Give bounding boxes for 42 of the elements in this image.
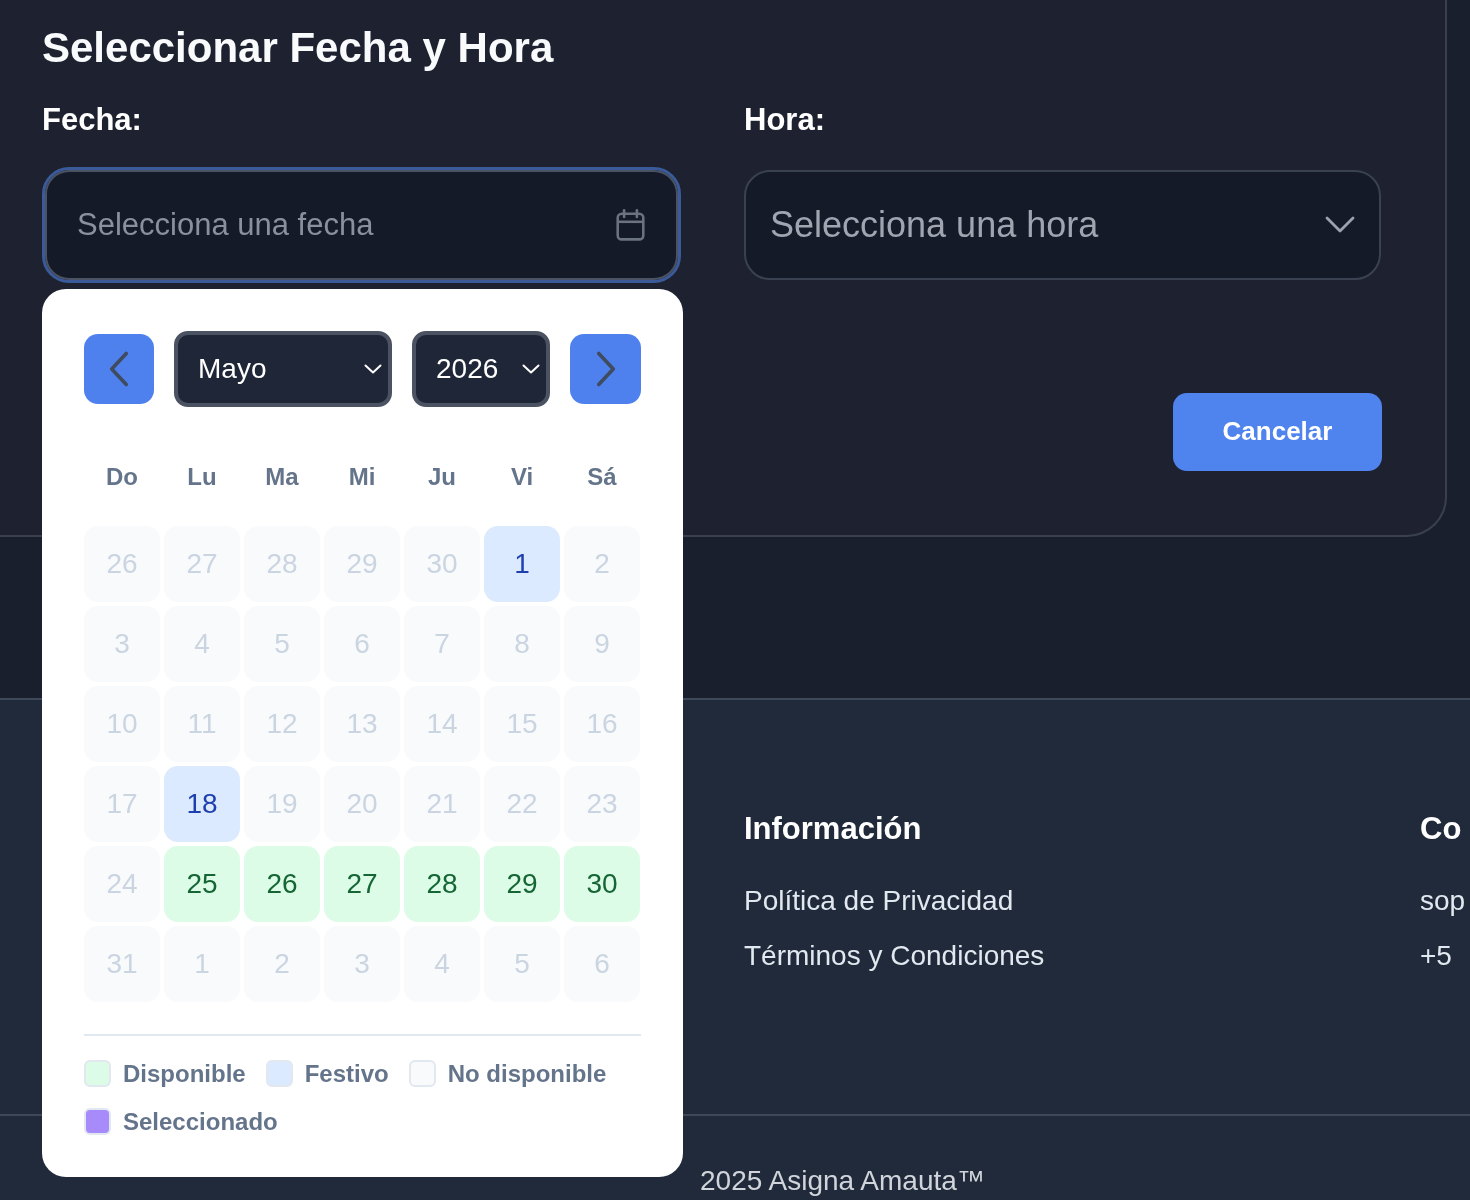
calendar-day[interactable]: 26 — [244, 845, 320, 922]
calendar-day[interactable]: 29 — [484, 845, 560, 922]
footer-link[interactable]: +5 — [1420, 939, 1452, 972]
chevron-down-icon — [364, 364, 382, 374]
calendar-day[interactable]: 25 — [164, 845, 240, 922]
legend-label: No disponible — [447, 1059, 607, 1087]
chevron-down-icon — [522, 364, 540, 374]
chevron-right-icon — [595, 350, 616, 388]
calendar-day[interactable]: 18 — [164, 765, 240, 842]
footer-link[interactable]: Términos y Condiciones — [744, 939, 1045, 972]
year-select[interactable]: 2026 — [412, 331, 550, 407]
chevron-down-icon — [1325, 216, 1355, 234]
weekday-label: Lu — [187, 463, 217, 491]
time-select[interactable]: Selecciona una hora — [744, 169, 1381, 280]
calendar-day[interactable]: 27 — [324, 845, 400, 922]
chevron-left-icon — [109, 350, 129, 388]
weekday-label: Ma — [265, 463, 299, 491]
field-label: Hora: — [744, 102, 825, 138]
cancel-button[interactable]: Cancelar — [1173, 392, 1382, 471]
footer-heading: Co — [1420, 811, 1462, 847]
legend-label: Seleccionado — [123, 1107, 278, 1135]
weekday-label: Ju — [428, 463, 456, 491]
footer-link[interactable]: Política de Privacidad — [744, 884, 1014, 917]
field-label: Fecha: — [42, 102, 142, 138]
legend-label: Disponible — [123, 1059, 246, 1087]
weekday-label: Mi — [348, 463, 376, 491]
date-field[interactable]: Selecciona una fecha — [42, 166, 681, 283]
dialog-title: Seleccionar Fecha y Hora — [42, 24, 554, 73]
footer-link[interactable]: sop — [1420, 884, 1466, 917]
weekday-label: Sá — [587, 463, 617, 491]
copyright-text: 2025 Asigna Amauta™ — [700, 1165, 985, 1198]
weekday-label: Vi — [510, 463, 534, 491]
month-select[interactable]: Mayo — [174, 331, 392, 407]
calendar-day[interactable]: 30 — [564, 845, 640, 922]
calendar-day[interactable]: 28 — [404, 845, 480, 922]
footer-heading: Información — [744, 811, 922, 847]
calendar-icon — [616, 208, 645, 241]
next-month-button[interactable] — [570, 334, 641, 404]
calendar-day[interactable]: 1 — [484, 525, 560, 602]
legend-label: Festivo — [304, 1059, 389, 1087]
weekday-label: Do — [106, 463, 138, 491]
previous-month-button[interactable] — [84, 334, 154, 404]
